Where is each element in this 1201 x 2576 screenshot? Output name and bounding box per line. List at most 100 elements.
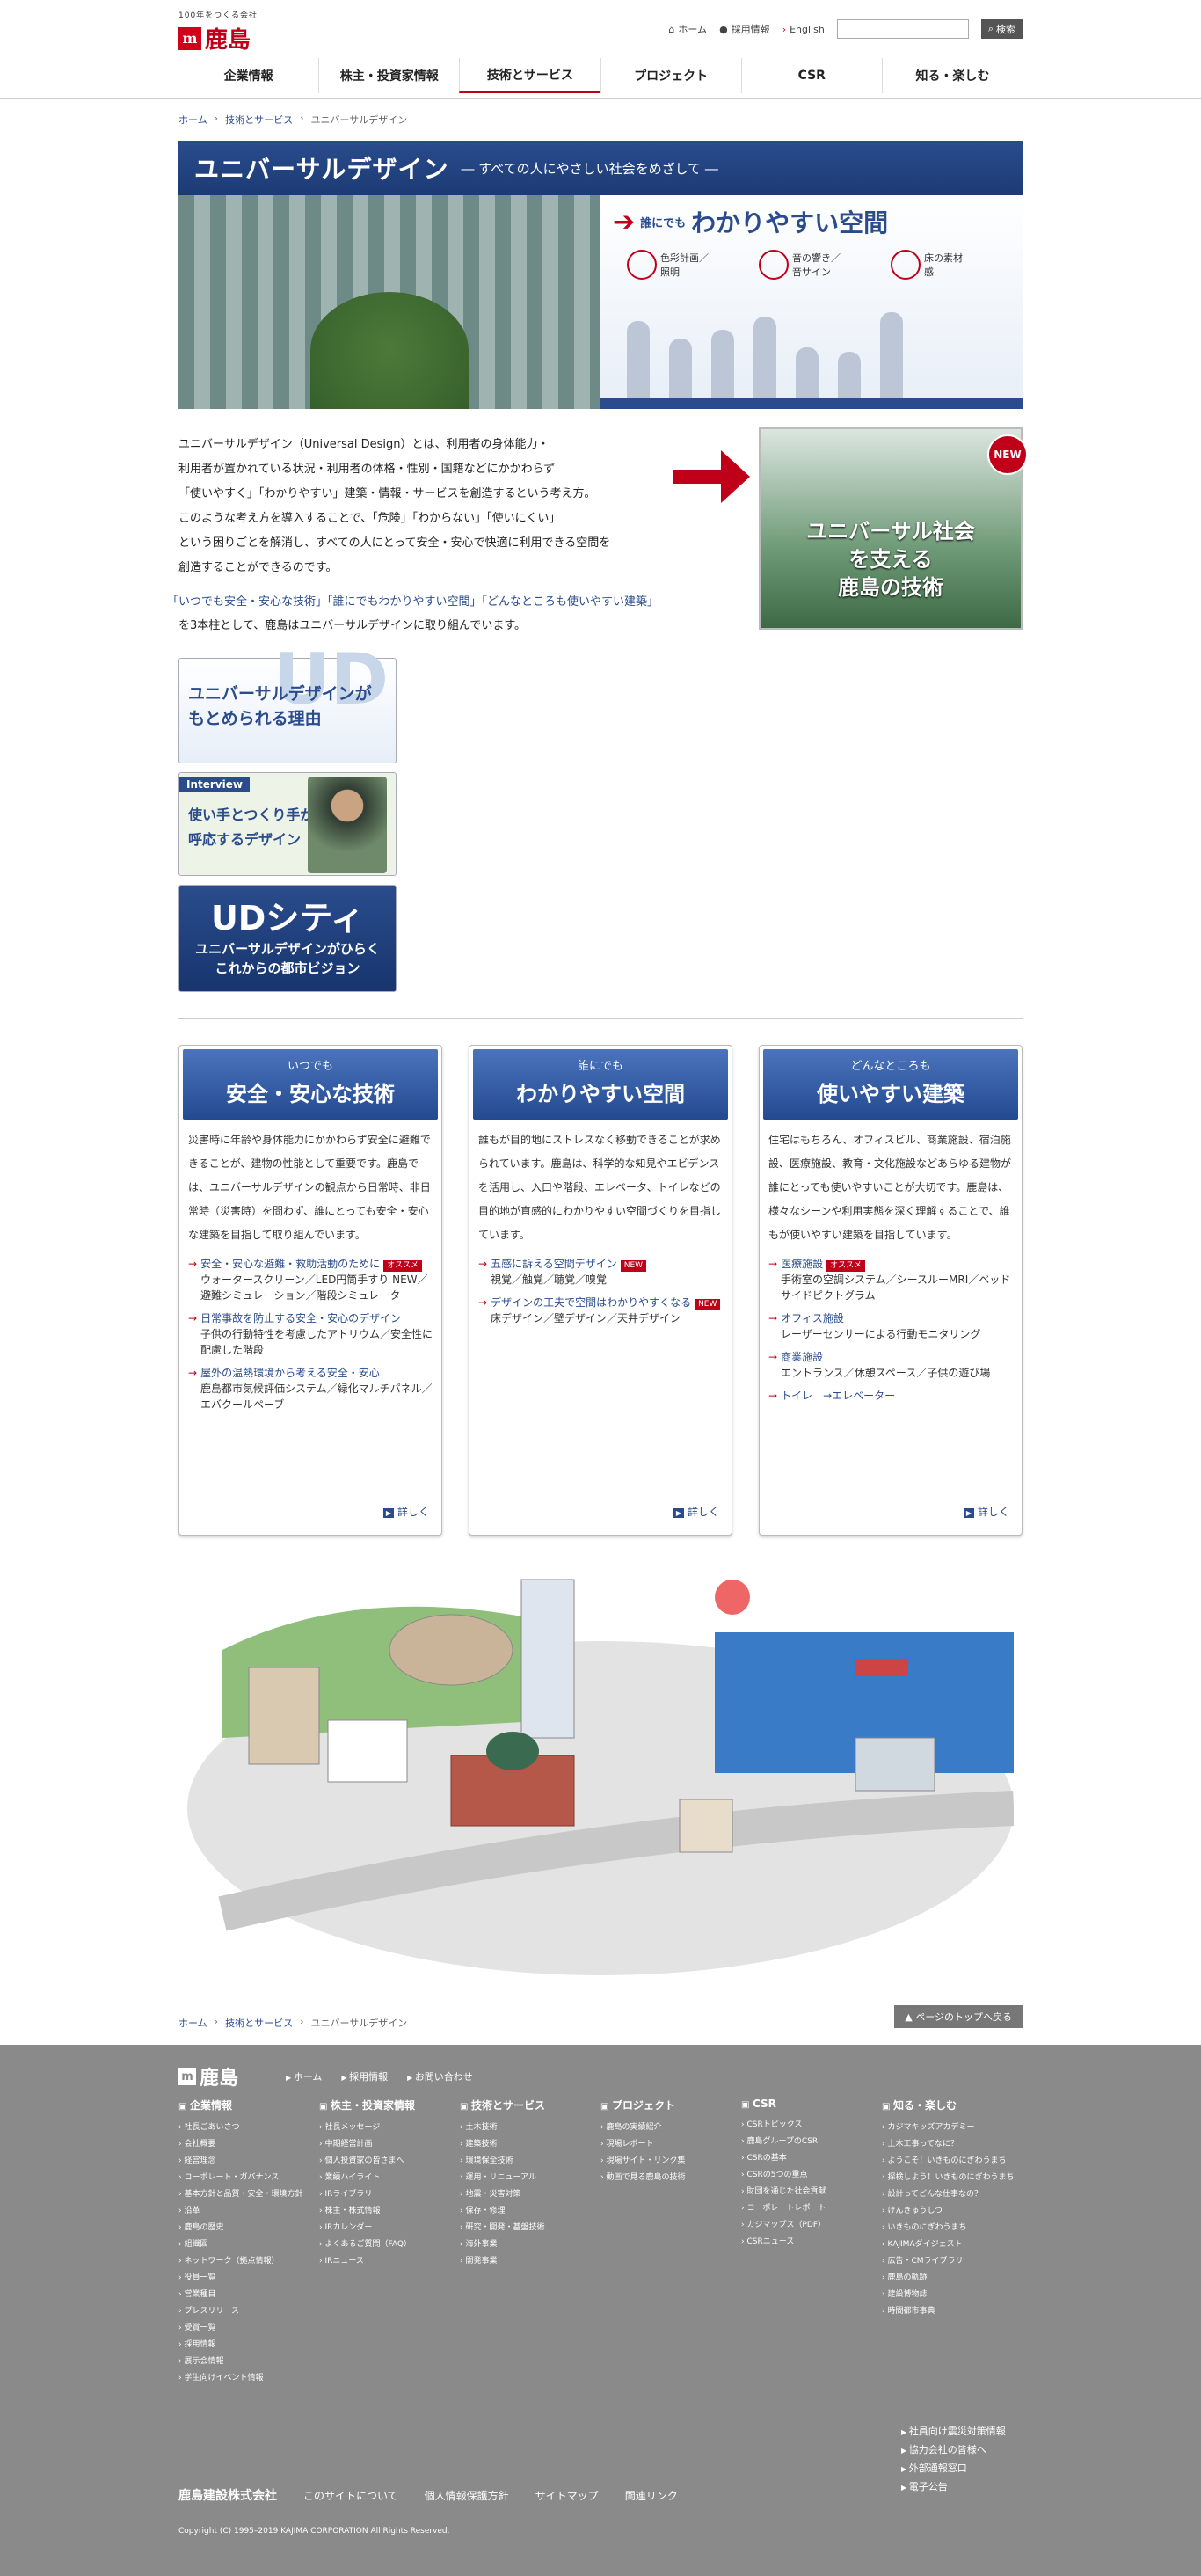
footer-link[interactable]: 営業種目 — [178, 2287, 319, 2303]
footer-link[interactable]: 財団を通じた社会貢献 — [741, 2184, 882, 2200]
footer-link[interactable]: 土木技術 — [460, 2120, 600, 2136]
more-link[interactable]: 詳しく — [964, 1504, 1009, 1519]
link-medical[interactable]: 医療施設 — [768, 1258, 823, 1270]
footer-link[interactable]: 時間都市事典 — [882, 2303, 1023, 2320]
search-button[interactable]: ⌕ 検索 — [980, 19, 1023, 39]
footer-link[interactable]: 社長メッセージ — [319, 2120, 460, 2136]
footer-link[interactable]: 広告・CMライブラリ — [882, 2253, 1023, 2270]
footer-link[interactable]: 地震・災害対策 — [460, 2186, 600, 2203]
footer-link[interactable]: よくあるご質問（FAQ） — [319, 2237, 460, 2253]
footer-link[interactable]: いきものにぎわうまち — [882, 2220, 1023, 2237]
universal-society-banner[interactable]: NEW ユニバーサル社会 を支える 鹿島の技術 — [759, 427, 1028, 630]
link-daily-accident[interactable]: 日常事故を防止する安全・安心のデザイン — [188, 1312, 401, 1324]
footer-link[interactable]: 株主・株式情報 — [319, 2203, 460, 2220]
ud-city-banner[interactable]: UDシティ ユニバーサルデザインがひらく これからの都市ビジョン — [178, 885, 397, 992]
footer-link[interactable]: 社長ごあいさつ — [178, 2120, 319, 2136]
footer-link[interactable]: 基本方針と品質・安全・環境方針 — [178, 2186, 319, 2203]
footer-link[interactable]: 現場サイト・リンク集 — [600, 2153, 741, 2170]
footer-home[interactable]: ホーム — [286, 2069, 323, 2083]
footer-col-heading[interactable]: 知る・楽しむ — [882, 2098, 1023, 2113]
footer-link[interactable]: CSRの基本 — [741, 2150, 882, 2167]
footer-recruit[interactable]: 採用情報 — [341, 2069, 388, 2083]
footer-link[interactable]: 保存・修理 — [460, 2203, 600, 2220]
footer-link[interactable]: 設計ってどんな仕事なの？ — [882, 2186, 1023, 2203]
breadcrumb-home[interactable]: ホーム — [178, 113, 207, 127]
footer-link[interactable]: KAJIMAダイジェスト — [882, 2237, 1023, 2253]
footer-link[interactable]: 研究・開発・基盤技術 — [460, 2220, 600, 2237]
footer-link[interactable]: 土木工事ってなに？ — [882, 2136, 1023, 2153]
link-office[interactable]: オフィス施設 — [768, 1312, 844, 1324]
footer-link[interactable]: CSRの5つの重点 — [741, 2167, 882, 2184]
footer-link[interactable]: 動画で見る鹿島の技術 — [600, 2170, 741, 2186]
footer-link[interactable]: コーポレートレポート — [741, 2200, 882, 2217]
footer-link[interactable]: 採用情報 — [178, 2337, 319, 2353]
footer-link[interactable]: 業績ハイライト — [319, 2170, 460, 2186]
footer-link[interactable]: けんきゅうしつ — [882, 2203, 1023, 2220]
footer-link[interactable]: 鹿島の歴史 — [178, 2220, 319, 2237]
footer-link[interactable]: 鹿島の実績紹介 — [600, 2120, 741, 2136]
nav-company[interactable]: 企業情報 — [178, 58, 318, 93]
footer-link[interactable]: カジマキッズアカデミー — [882, 2120, 1023, 2136]
footer-link[interactable]: 学生向けイベント情報 — [178, 2370, 319, 2387]
footer-link[interactable]: プレスリリース — [178, 2303, 319, 2320]
footer-link[interactable]: コーポレート・ガバナンス — [178, 2170, 319, 2186]
footer-link[interactable]: 沿革 — [178, 2203, 319, 2220]
footer-link[interactable]: 探検しよう！いきものにぎわうまち — [882, 2170, 1023, 2186]
footer-col-heading[interactable]: 技術とサービス — [460, 2098, 600, 2113]
link-evacuation[interactable]: 安全・安心な避難・救助活動のために — [188, 1258, 380, 1270]
kajima-logo[interactable]: 100年をつくる会社 m 鹿島 — [178, 9, 275, 54]
footer-link[interactable]: 建設博物誌 — [882, 2287, 1023, 2303]
footer-link[interactable]: 役員一覧 — [178, 2270, 319, 2287]
footer-col-heading[interactable]: 企業情報 — [178, 2098, 319, 2113]
link-five-senses[interactable]: 五感に訴える空間デザイン — [478, 1258, 617, 1270]
footer-logo[interactable]: m 鹿島 — [178, 2062, 238, 2091]
nav-ir[interactable]: 株主・投資家情報 — [318, 58, 459, 93]
footer-link[interactable]: 組織図 — [178, 2237, 319, 2253]
link-outdoor-thermal[interactable]: 屋外の温熱環境から考える安全・安心 — [188, 1367, 380, 1379]
interview-banner[interactable]: Interview 使い手とつくり手が 呼応するデザイン — [178, 772, 397, 876]
footer-link[interactable]: ようこそ！いきものにぎわうまち — [882, 2153, 1023, 2170]
util-recruit-link[interactable]: ● 採用情報 — [719, 22, 770, 36]
footer-link[interactable]: 環境保全技術 — [460, 2153, 600, 2170]
more-link[interactable]: 詳しく — [673, 1504, 719, 1519]
util-english-link[interactable]: › English — [782, 24, 825, 35]
footer-link[interactable]: 受賞一覧 — [178, 2320, 319, 2337]
footer-link[interactable]: 経営理念 — [178, 2153, 319, 2170]
breadcrumb-tech[interactable]: 技術とサービス — [225, 113, 293, 127]
footer-contact[interactable]: お問い合わせ — [407, 2069, 473, 2083]
footer-link[interactable]: 会社概要 — [178, 2136, 319, 2153]
footer-link[interactable]: 鹿島グループのCSR — [741, 2134, 882, 2150]
nav-tech[interactable]: 技術とサービス — [459, 58, 600, 93]
why-ud-banner[interactable]: UD ユニバーサルデザインが もとめられる理由 — [178, 645, 397, 763]
nav-csr[interactable]: CSR — [740, 58, 882, 93]
footer-link[interactable]: 海外事業 — [460, 2237, 600, 2253]
link-design-ideas[interactable]: デザインの工夫で空間はわかりやすくなる — [478, 1296, 691, 1309]
footer-col-heading[interactable]: プロジェクト — [600, 2098, 741, 2113]
breadcrumb: ホーム › 技術とサービス › ユニバーサルデザイン — [178, 113, 408, 127]
link-commercial[interactable]: 商業施設 — [768, 1351, 823, 1363]
footer-link[interactable]: 運用・リニューアル — [460, 2170, 600, 2186]
footer-link[interactable]: カジマップス（PDF） — [741, 2217, 882, 2234]
link-toilet-elevator[interactable]: トイレ →エレベーター — [768, 1390, 895, 1402]
footer-link[interactable]: CSRトピックス — [741, 2117, 882, 2134]
more-link[interactable]: 詳しく — [383, 1504, 429, 1519]
back-to-top-button[interactable]: ▲ ページのトップへ戻る — [894, 2005, 1023, 2028]
footer-link[interactable]: 建築技術 — [460, 2136, 600, 2153]
footer-link[interactable]: IRカレンダー — [319, 2220, 460, 2237]
nav-enjoy[interactable]: 知る・楽しむ — [881, 58, 1023, 93]
footer-link[interactable]: 鹿島の軌跡 — [882, 2270, 1023, 2287]
footer-col-heading[interactable]: 株主・投資家情報 — [319, 2098, 460, 2113]
footer-link[interactable]: 開発事業 — [460, 2253, 600, 2270]
footer-link[interactable]: 中期経営計画 — [319, 2136, 460, 2153]
footer-col-heading[interactable]: CSR — [741, 2098, 882, 2110]
footer-link[interactable]: IRニュース — [319, 2253, 460, 2270]
footer-link[interactable]: CSRニュース — [741, 2234, 882, 2251]
footer-link[interactable]: IRライブラリー — [319, 2186, 460, 2203]
util-home-link[interactable]: ⌂ ホーム — [668, 22, 707, 36]
footer-link[interactable]: ネットワーク（拠点情報） — [178, 2253, 319, 2270]
nav-project[interactable]: プロジェクト — [600, 58, 741, 93]
footer-link[interactable]: 現場レポート — [600, 2136, 741, 2153]
footer-link[interactable]: 展示会情報 — [178, 2353, 319, 2370]
footer-link[interactable]: 個人投資家の皆さまへ — [319, 2153, 460, 2170]
search-input[interactable] — [836, 19, 969, 39]
